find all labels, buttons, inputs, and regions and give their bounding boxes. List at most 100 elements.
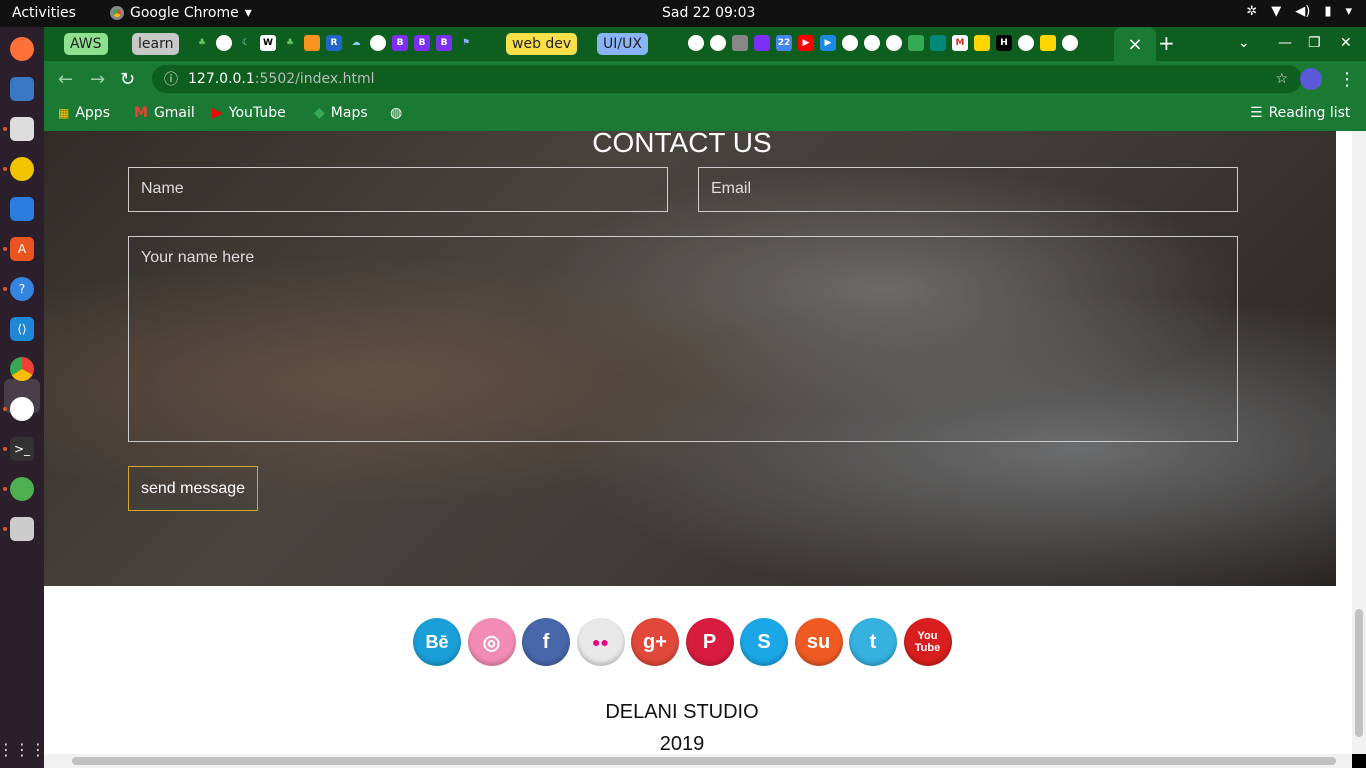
- back-icon[interactable]: ←: [58, 69, 73, 90]
- vscode-icon[interactable]: ⟨⟩: [10, 317, 34, 341]
- b-icon[interactable]: B: [414, 35, 430, 51]
- bookmark-globe[interactable]: ◍: [390, 105, 402, 121]
- google-plus-icon[interactable]: g+: [631, 618, 679, 666]
- globe-icon[interactable]: [216, 35, 232, 51]
- tab-search-icon[interactable]: ⌄: [1238, 35, 1250, 51]
- r-icon[interactable]: R: [326, 35, 342, 51]
- b-icon[interactable]: B: [392, 35, 408, 51]
- firefox-icon[interactable]: [10, 37, 34, 61]
- globe-icon[interactable]: [710, 35, 726, 51]
- bookmark-youtube[interactable]: ▶ YouTube: [212, 105, 286, 121]
- globe-icon[interactable]: [1062, 35, 1078, 51]
- accessibility-icon[interactable]: ✲: [1246, 4, 1257, 19]
- minimize-icon[interactable]: —: [1278, 35, 1292, 51]
- globe-icon[interactable]: [688, 35, 704, 51]
- new-tab-button[interactable]: +: [1158, 31, 1175, 55]
- drive-icon[interactable]: [908, 35, 924, 51]
- cloud-icon[interactable]: ☁: [348, 35, 364, 51]
- info-icon[interactable]: ⓘ: [164, 69, 178, 89]
- twitter-icon[interactable]: t: [849, 618, 897, 666]
- chrome-dock-icon[interactable]: [10, 357, 34, 381]
- slack-icon[interactable]: [10, 397, 34, 421]
- wave-icon[interactable]: ☾: [238, 35, 254, 51]
- web-app-icon[interactable]: [10, 477, 34, 501]
- globe-icon[interactable]: [842, 35, 858, 51]
- dribbble-icon[interactable]: ◎: [467, 618, 516, 666]
- coin-icon[interactable]: [974, 35, 990, 51]
- wifi-icon[interactable]: ▼: [1271, 4, 1281, 19]
- writer-icon[interactable]: [10, 197, 34, 221]
- url-path: :5502/index.html: [254, 71, 375, 87]
- active-tab[interactable]: ×: [1114, 27, 1156, 61]
- software-center-icon[interactable]: A: [10, 237, 34, 261]
- menu-icon[interactable]: ⋮: [1338, 69, 1356, 90]
- volume-icon[interactable]: ◀): [1295, 4, 1310, 19]
- image-icon[interactable]: [732, 35, 748, 51]
- maximize-icon[interactable]: ❐: [1308, 35, 1321, 51]
- tab-group-learn[interactable]: learn: [132, 33, 180, 55]
- vertical-scrollbar[interactable]: [1352, 131, 1366, 754]
- forward-icon[interactable]: →: [90, 69, 105, 90]
- message-textarea[interactable]: Your name here: [128, 236, 1238, 442]
- thunderbird-icon[interactable]: [10, 77, 34, 101]
- plant-icon[interactable]: ♣: [282, 35, 298, 51]
- behance-icon[interactable]: Bē: [413, 618, 461, 666]
- help-icon[interactable]: ?: [10, 277, 34, 301]
- plant-icon[interactable]: ♣: [194, 35, 210, 51]
- caret-down-icon[interactable]: ▾: [1345, 4, 1352, 19]
- horizontal-scrollbar[interactable]: [44, 754, 1352, 768]
- skype-icon[interactable]: S: [740, 618, 788, 666]
- tab-group-ui-ux[interactable]: UI/UX: [597, 33, 648, 55]
- social-icons: Bē ◎ f ●● g+ P S su t You Tube: [413, 618, 952, 666]
- facebook-icon[interactable]: f: [522, 618, 570, 666]
- battery-icon[interactable]: ▮: [1324, 4, 1331, 19]
- dev-icon[interactable]: H: [996, 35, 1012, 51]
- bookmark-apps-label: Apps: [75, 105, 110, 121]
- files-icon[interactable]: [10, 117, 34, 141]
- youtube-tab-icon[interactable]: ▶: [798, 35, 814, 51]
- flickr-icon[interactable]: ●●: [576, 618, 625, 666]
- bookmark-maps[interactable]: ◆ Maps: [314, 105, 368, 121]
- flag-icon[interactable]: ⚑: [458, 35, 474, 51]
- b-icon[interactable]: B: [436, 35, 452, 51]
- send-message-button[interactable]: send message: [128, 466, 258, 511]
- profile-avatar[interactable]: [1300, 68, 1322, 90]
- clock[interactable]: Sad 22 09:03: [662, 5, 755, 21]
- email-input[interactable]: Email: [698, 167, 1238, 212]
- activities-button[interactable]: Activities: [12, 5, 76, 21]
- bookmark-gmail[interactable]: M Gmail: [134, 105, 195, 121]
- wikipedia-icon[interactable]: W: [260, 35, 276, 51]
- bookmark-apps[interactable]: ▦ Apps: [58, 105, 110, 121]
- name-input[interactable]: Name: [128, 167, 668, 212]
- vertical-scroll-thumb[interactable]: [1355, 609, 1363, 737]
- youtube-social-icon[interactable]: You Tube: [903, 618, 952, 666]
- rhythmbox-icon[interactable]: [10, 157, 34, 181]
- calendar-icon[interactable]: 22: [776, 35, 792, 51]
- close-window-icon[interactable]: ✕: [1340, 35, 1352, 51]
- reload-icon[interactable]: ↻: [120, 69, 135, 90]
- screenshot-icon[interactable]: [10, 517, 34, 541]
- notion-icon[interactable]: [370, 35, 386, 51]
- bookmark-star-icon[interactable]: ☆: [1275, 71, 1288, 87]
- globe-icon[interactable]: [1018, 35, 1034, 51]
- horizontal-scroll-thumb[interactable]: [72, 757, 1336, 765]
- meet-icon[interactable]: [930, 35, 946, 51]
- show-apps-icon[interactable]: ⋮⋮⋮: [0, 737, 46, 761]
- terminal-icon[interactable]: >_: [10, 437, 34, 461]
- coin-icon[interactable]: [1040, 35, 1056, 51]
- tab-group-aws[interactable]: AWS: [64, 33, 108, 55]
- notion-icon[interactable]: [886, 35, 902, 51]
- video-icon[interactable]: ▶: [820, 35, 836, 51]
- pinterest-icon[interactable]: P: [685, 618, 734, 666]
- odin-icon[interactable]: [304, 35, 320, 51]
- close-tab-icon[interactable]: ×: [1127, 34, 1142, 55]
- address-bar[interactable]: ⓘ 127.0.0.1:5502/index.html ☆: [152, 65, 1302, 93]
- tab-group-web-dev[interactable]: web dev: [506, 33, 578, 55]
- gmail-tab-icon[interactable]: M: [952, 35, 968, 51]
- stumbleupon-icon[interactable]: su: [794, 618, 843, 666]
- system-tray[interactable]: ✲ ▼ ◀) ▮ ▾: [1246, 4, 1352, 19]
- reading-list[interactable]: ☰ Reading list: [1250, 105, 1350, 121]
- figma-icon[interactable]: [754, 35, 770, 51]
- globe-icon[interactable]: [864, 35, 880, 51]
- app-menu[interactable]: Google Chrome ▾: [110, 5, 252, 21]
